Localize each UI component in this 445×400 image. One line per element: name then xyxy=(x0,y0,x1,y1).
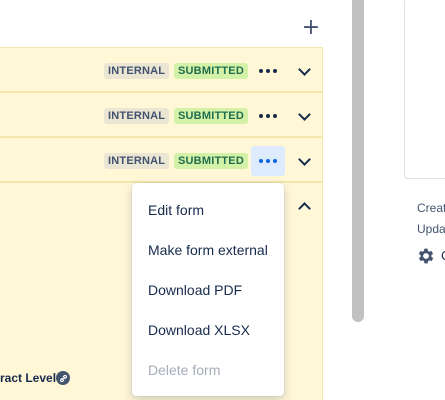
menu-item-edit-form[interactable]: Edit form xyxy=(132,190,284,230)
visibility-lozenge: INTERNAL xyxy=(104,153,170,169)
visibility-lozenge: INTERNAL xyxy=(104,108,170,124)
more-icon xyxy=(259,114,277,118)
updated-meta: Upda xyxy=(417,222,445,236)
chevron-down-icon xyxy=(297,62,311,76)
details-card xyxy=(404,0,445,179)
settings-label: C xyxy=(441,248,445,263)
created-meta: Creat xyxy=(417,201,445,215)
chevron-down-icon xyxy=(297,107,311,121)
form-actions-menu: Edit form Make form external Download PD… xyxy=(132,183,284,396)
expand-button[interactable] xyxy=(292,101,316,131)
field-label: ract Level xyxy=(0,371,57,385)
chevron-up-icon xyxy=(297,201,311,215)
more-icon xyxy=(259,159,277,163)
menu-item-download-xlsx[interactable]: Download XLSX xyxy=(132,310,284,350)
expand-button[interactable] xyxy=(292,146,316,176)
more-icon xyxy=(259,69,277,73)
form-row[interactable]: INTERNAL SUBMITTED xyxy=(0,92,323,137)
menu-item-make-external[interactable]: Make form external xyxy=(132,230,284,270)
more-actions-button[interactable] xyxy=(251,56,285,86)
menu-item-delete-form: Delete form xyxy=(148,362,221,378)
gear-icon[interactable] xyxy=(416,246,436,266)
chevron-down-icon xyxy=(297,152,311,166)
forms-panel: + INTERNAL SUBMITTED INTERNAL SUBMITTED … xyxy=(0,0,350,400)
more-actions-button[interactable] xyxy=(251,101,285,131)
menu-item-download-pdf[interactable]: Download PDF xyxy=(132,270,284,310)
expand-button[interactable] xyxy=(292,56,316,86)
form-row[interactable]: INTERNAL SUBMITTED xyxy=(0,137,323,182)
collapse-button[interactable] xyxy=(292,191,316,221)
link-icon[interactable] xyxy=(56,371,70,385)
status-lozenge: SUBMITTED xyxy=(174,153,248,169)
status-lozenge: SUBMITTED xyxy=(174,108,248,124)
visibility-lozenge: INTERNAL xyxy=(104,63,170,79)
more-actions-button-active[interactable] xyxy=(251,146,285,176)
plus-icon: + xyxy=(301,15,321,40)
status-lozenge: SUBMITTED xyxy=(174,63,248,79)
form-row[interactable]: INTERNAL SUBMITTED xyxy=(0,47,323,92)
add-form-button[interactable]: + xyxy=(299,16,323,40)
scrollbar-thumb[interactable] xyxy=(352,0,364,322)
